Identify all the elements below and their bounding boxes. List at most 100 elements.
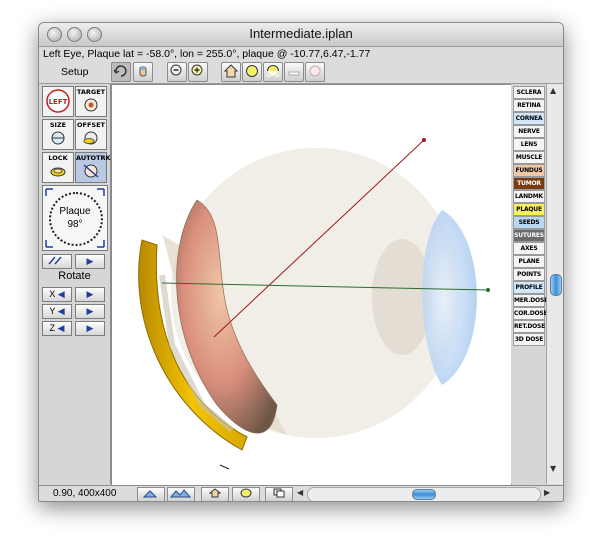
home-view-button[interactable] — [201, 487, 229, 501]
layer-toggle-seeds[interactable]: SEEDS — [513, 216, 545, 229]
rotate-view-icon[interactable] — [111, 62, 131, 82]
copy-view-button[interactable] — [265, 487, 293, 501]
offset-label: OFFSET — [77, 121, 105, 129]
disabled-view-icon[interactable] — [305, 62, 325, 82]
svg-text:LEFT: LEFT — [49, 98, 68, 106]
rotate-label: Rotate — [58, 270, 91, 282]
hand-icon[interactable] — [133, 62, 153, 82]
rotate-z-plus-button[interactable]: ▶ — [75, 321, 105, 336]
axis-endpoint-marker — [422, 138, 426, 142]
title-bar: Intermediate.iplan — [39, 23, 563, 47]
small-lens-icon — [240, 488, 252, 498]
size-icon — [51, 131, 65, 145]
mountain-large-button[interactable] — [167, 487, 195, 501]
plaque-rotation-dial[interactable]: Plaque 98° — [42, 185, 108, 251]
layer-toggle-points[interactable]: POINTS — [513, 268, 545, 281]
z-left-arrow-icon: ◀ — [57, 323, 65, 333]
dial-label: Plaque — [59, 206, 91, 217]
autotrk-button[interactable]: AUTOTRK — [75, 152, 111, 183]
scroll-down-icon[interactable]: ▼ — [550, 464, 556, 473]
copy-view-icon — [273, 488, 285, 498]
rotate-y-minus-button[interactable]: Y ◀ — [42, 304, 72, 319]
left-eye-button[interactable]: LEFT — [42, 86, 74, 117]
horizontal-scrollbar[interactable] — [307, 487, 541, 501]
horizontal-scroll-thumb[interactable] — [412, 489, 436, 500]
vertical-scrollbar[interactable]: ▲ ▼ — [546, 84, 563, 484]
rotate-y-plus-button[interactable]: ▶ — [75, 304, 105, 319]
left-eye-icon: LEFT — [46, 89, 70, 113]
optic-axis-endpoint — [486, 288, 490, 292]
layer-toggle-plaque[interactable]: PLAQUE — [513, 203, 545, 216]
layer-toggle-lens[interactable]: LENS — [513, 138, 545, 151]
layer-toggle-sclera[interactable]: SCLERA — [513, 86, 545, 99]
small-home-icon — [208, 488, 222, 498]
y-left-arrow-icon: ◀ — [57, 306, 65, 316]
offset-button[interactable]: OFFSET — [75, 119, 107, 150]
lens-toggle-button[interactable] — [232, 487, 260, 501]
layer-toggle-sutures[interactable]: SUTURES — [513, 229, 545, 242]
scroll-right-icon[interactable]: ▶ — [544, 488, 550, 497]
rotate-z-minus-button[interactable]: Z ◀ — [42, 321, 72, 336]
target-label: TARGET — [76, 88, 106, 96]
lock-button[interactable]: LOCK — [42, 152, 74, 183]
autotrk-label: AUTOTRK — [76, 154, 111, 162]
layer-toggle-mer-dose[interactable]: MER.DOSE — [513, 294, 548, 307]
layer-toggle-retina[interactable]: RETINA — [513, 99, 545, 112]
home-icon[interactable] — [221, 62, 241, 82]
eye-3d-viewport[interactable] — [111, 84, 512, 487]
zoom-in-icon[interactable] — [188, 62, 208, 82]
layer-toggle-landmk[interactable]: LANDMK — [513, 190, 545, 203]
nerve-marker — [219, 464, 230, 470]
zoom-readout: 0.90, 400x400 — [53, 488, 117, 499]
layer-toggle-plane[interactable]: PLANE — [513, 255, 545, 268]
axis-z-label: Z — [49, 323, 56, 333]
window-title: Intermediate.iplan — [249, 26, 353, 41]
mountain-small-icon — [142, 490, 158, 498]
scroll-up-icon[interactable]: ▲ — [550, 86, 556, 95]
layer-toggle-tumor[interactable]: TUMOR — [513, 177, 545, 190]
lens-cut-icon[interactable] — [263, 62, 283, 82]
offset-icon — [83, 131, 98, 145]
lock-icon — [50, 167, 66, 177]
mountain-large-icon — [169, 489, 192, 498]
lens-view-icon[interactable] — [242, 62, 262, 82]
layer-toggle-3d-dose[interactable]: 3D DOSE — [513, 333, 545, 346]
dial-value: 98° — [67, 219, 83, 230]
layer-toggle-nerve[interactable]: NERVE — [513, 125, 545, 138]
size-button[interactable]: SIZE — [42, 119, 74, 150]
left-control-panel: LEFT TARGET SIZE OFFSET LOCK AUTOTRK Pla… — [39, 84, 111, 484]
vertical-scroll-thumb[interactable] — [550, 274, 562, 296]
zoom-out-icon[interactable] — [167, 62, 187, 82]
axis-y-label: Y — [49, 306, 56, 316]
layer-toggle-ret-dose[interactable]: RET.DOSE — [513, 320, 545, 333]
layer-toggle-cornea[interactable]: CORNEA — [513, 112, 545, 125]
flip-icon — [48, 256, 62, 265]
app-window: Intermediate.iplan Left Eye, Plaque lat … — [38, 22, 564, 502]
dial-corner-arrows-icon — [45, 188, 105, 248]
layer-toggle-fundus[interactable]: FUNDUS — [513, 164, 545, 177]
layer-toggle-profile[interactable]: PROFILE — [513, 281, 545, 294]
toolbar: Setup — [39, 61, 563, 84]
target-button[interactable]: TARGET — [75, 86, 107, 117]
scroll-left-icon[interactable]: ◀ — [297, 488, 303, 497]
layer-toggle-cor-dose[interactable]: COR.DOSE — [513, 307, 548, 320]
layer-toggle-axes[interactable]: AXES — [513, 242, 545, 255]
flip-button[interactable] — [42, 254, 72, 269]
rotate-x-plus-button[interactable]: ▶ — [75, 287, 105, 302]
plaque-status-line: Left Eye, Plaque lat = -58.0°, lon = 255… — [39, 47, 563, 61]
axis-x-label: X — [49, 289, 56, 299]
autotrack-icon — [83, 164, 99, 178]
rotate-x-minus-button[interactable]: X ◀ — [42, 287, 72, 302]
target-icon — [84, 98, 98, 112]
next-button[interactable]: ▶ — [75, 254, 105, 269]
layer-toggle-muscle[interactable]: MUSCLE — [513, 151, 545, 164]
size-label: SIZE — [49, 121, 67, 129]
flat-view-icon[interactable] — [284, 62, 304, 82]
lock-label: LOCK — [48, 154, 68, 162]
mountain-small-button[interactable] — [137, 487, 165, 501]
eye-model-render — [138, 138, 490, 470]
x-left-arrow-icon: ◀ — [57, 289, 65, 299]
bottom-status-bar: 0.90, 400x400 ◀ ▶ — [39, 485, 563, 501]
layer-toggle-panel: SCLERA RETINA CORNEA NERVE LENS MUSCLE FUNDUS T… — [511, 84, 548, 484]
setup-label: Setup — [61, 66, 89, 78]
